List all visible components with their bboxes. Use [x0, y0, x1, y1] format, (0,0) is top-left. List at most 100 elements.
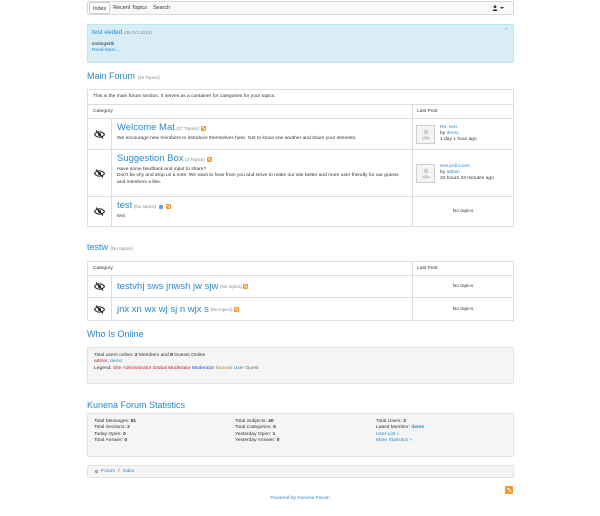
last-post-user-link[interactable]: demo — [447, 131, 459, 136]
stat-label: Total Subjects: — [235, 419, 269, 424]
announcement-text: testingsklk — [92, 42, 115, 47]
stat-label: Total Categories: — [235, 425, 274, 431]
category-description-line: Don't be shy and drop us a note. We want… — [117, 173, 399, 185]
stats-column-3: Total Users: 2 Latest Member: demo User … — [376, 419, 424, 445]
main-forum-description: This is the main forum section. It serve… — [88, 90, 513, 105]
stat-value: 2 — [403, 419, 406, 424]
announcement-title-row: test eeded (06 Oct 2013) — [92, 29, 509, 36]
rss-icon[interactable] — [505, 486, 513, 494]
stat-value: 0 — [123, 431, 126, 437]
category-title-link[interactable]: test — [117, 200, 132, 211]
stat-label: Total Users: — [376, 419, 404, 424]
tab-index[interactable]: Index — [89, 2, 111, 14]
category-title-link[interactable]: testvhj sws jnwsh jw sjw — [117, 281, 218, 292]
rss-icon[interactable] — [243, 284, 249, 289]
category-icon-cell — [88, 197, 112, 226]
category-count: (No topics) — [210, 306, 233, 312]
close-icon[interactable]: × — [504, 27, 508, 33]
category-row: test (No topics) test No topics — [88, 197, 513, 226]
stat-value: 0 — [276, 438, 280, 444]
statistics-title: Kunena Forum Statistics — [87, 400, 186, 410]
no-topics-label: No topics — [452, 306, 474, 312]
legend-label: Legend: — [94, 365, 114, 371]
rss-icon[interactable] — [207, 157, 213, 163]
last-post-by-label: by — [440, 130, 446, 136]
stat-label: Yesterday Open: — [235, 431, 273, 437]
stat-value: 40 — [268, 419, 274, 424]
main-forum-count: (40 Topics) — [137, 75, 160, 80]
stat-item: Latest Member: demo — [376, 425, 424, 431]
category-icon-cell — [88, 276, 112, 297]
category-title-link[interactable]: jnx xn wx wj sj n wjx s — [117, 304, 209, 315]
latest-member-link[interactable]: demo — [411, 425, 424, 430]
tab-recent-topics[interactable]: Recent Topics — [110, 2, 150, 14]
stat-value: 1 — [272, 431, 276, 437]
who-is-online-panel: Total users online: 2 Members and 8 Gues… — [87, 347, 514, 384]
announcement-title[interactable]: test eeded — [92, 29, 122, 36]
stat-label: Yesterday Answer: — [235, 438, 277, 444]
last-post-cell: Re: test by demo 1 day 1 hour ago — [413, 119, 513, 149]
announcement-read-more-link[interactable]: Read More... — [92, 48, 509, 53]
rss-icon[interactable] — [233, 306, 239, 312]
rss-icon[interactable] — [201, 126, 207, 132]
breadcrumb-index-link[interactable]: Index — [123, 469, 135, 474]
category-count: (No topics) — [133, 204, 156, 209]
category-icon-cell — [88, 298, 112, 320]
user-menu-button[interactable] — [492, 5, 504, 11]
stat-label: Total Sections: — [94, 425, 128, 431]
category-main: testvhj sws jnwsh jw sjw (No topics) — [112, 276, 413, 297]
breadcrumb: Forum / Index — [87, 465, 514, 478]
rss-icon[interactable] — [165, 204, 171, 210]
online-summary-text: Members and — [137, 353, 171, 358]
avatar[interactable] — [416, 163, 435, 183]
eye-slash-icon — [94, 207, 105, 216]
category-row: Welcome Mat (37 Topics) We encourage new… — [88, 119, 513, 150]
legend-banned: Banned — [215, 365, 233, 371]
column-header-last-post: Last Post — [417, 266, 438, 271]
user-icon — [492, 5, 498, 11]
online-user-link[interactable]: admin — [94, 359, 107, 364]
category-row: testvhj sws jnwsh jw sjw (No topics) No … — [88, 276, 513, 298]
last-post-cell: No topics — [413, 276, 513, 297]
who-is-online-title: Who Is Online — [87, 329, 144, 339]
category-icon-cell — [88, 150, 112, 196]
last-post-cell: No topics — [413, 197, 513, 226]
edit-icon[interactable] — [159, 204, 164, 209]
avatar[interactable] — [416, 124, 435, 144]
last-post-time: 22 hours 33 minutes ago — [440, 176, 494, 182]
category-count: (No topics) — [219, 284, 243, 289]
category-title-link[interactable]: Suggestion Box — [117, 153, 184, 164]
category-title-link[interactable]: Welcome Mat — [117, 122, 175, 133]
powered-by-link[interactable]: Powered by Kunena Forum — [0, 496, 600, 501]
stat-label: Total Messages: — [94, 419, 131, 424]
statistics-panel: Total Messages: 81 Total Sections: 2 Tod… — [87, 413, 514, 457]
announcement-box: test eeded (06 Oct 2013) testingsklk Rea… — [87, 24, 514, 63]
no-topics-label: No topics — [452, 284, 474, 289]
category-icon-cell — [88, 119, 112, 149]
no-topics-label: No topics — [452, 209, 474, 214]
column-header-category: Category — [88, 262, 413, 275]
tab-search[interactable]: Search — [150, 2, 173, 14]
stats-column-1: Total Messages: 81 Total Sections: 2 Tod… — [94, 419, 136, 445]
category-description: Have some feedback and input to share? D… — [117, 167, 407, 186]
eye-slash-icon — [94, 304, 105, 314]
online-summary-text: Total users online: — [94, 353, 135, 358]
breadcrumb-forum-link[interactable]: Forum — [101, 469, 115, 474]
map-marker-icon — [95, 470, 98, 473]
eye-slash-icon — [94, 168, 105, 178]
last-post-user-link[interactable]: admin — [447, 170, 460, 175]
last-post-cell: test poll icons by admin 22 hours 33 min… — [413, 150, 513, 196]
legend-user: User — [233, 365, 245, 371]
testw-link[interactable]: testw — [87, 242, 108, 252]
stat-item: Yesterday Answer: 0 — [235, 438, 279, 444]
main-forum-link[interactable]: Main Forum — [87, 71, 135, 81]
section-title-statistics: Kunena Forum Statistics — [87, 400, 185, 410]
online-user-link[interactable]: demo — [110, 359, 122, 364]
online-legend: Legend: Site Administrator Global Modera… — [94, 366, 507, 372]
column-header-last-post: Last Post — [417, 109, 438, 114]
stat-value: 5 — [273, 425, 276, 431]
more-statistics-link[interactable]: More Statistics » — [376, 438, 424, 444]
stat-item: Total Answer: 0 — [94, 438, 136, 444]
main-forum-table: This is the main forum section. It serve… — [87, 89, 514, 227]
table-header: Category Last Post — [88, 105, 513, 119]
